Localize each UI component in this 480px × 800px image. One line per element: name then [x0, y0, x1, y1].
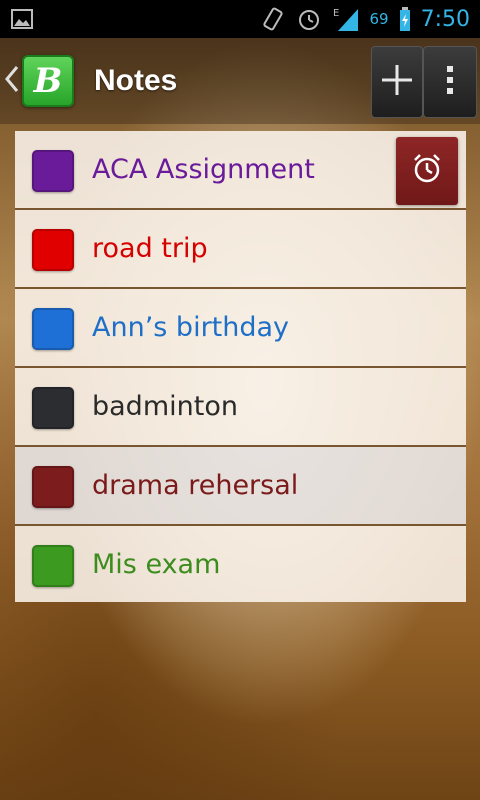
chevron-left-icon — [4, 64, 20, 98]
note-title: ACA Assignment — [92, 154, 315, 185]
network-type-label: E — [333, 8, 339, 19]
alarm-clock-icon — [410, 152, 444, 190]
note-title: road trip — [92, 233, 208, 264]
list-item[interactable]: drama rehersal — [15, 447, 466, 526]
list-item[interactable]: Mis exam — [15, 526, 466, 602]
home-up-button[interactable]: B Notes — [0, 38, 190, 124]
action-bar: B Notes — [0, 38, 480, 124]
page-title: Notes — [94, 64, 178, 97]
gallery-icon — [10, 7, 34, 31]
battery-icon — [399, 6, 411, 32]
list-item[interactable]: Ann’s birthday — [15, 289, 466, 368]
list-item[interactable]: badminton — [15, 368, 466, 447]
status-time: 7:50 — [420, 6, 470, 32]
add-note-button[interactable] — [371, 46, 423, 118]
note-title: badminton — [92, 391, 238, 422]
status-bar: E 69 7:50 — [0, 0, 480, 38]
color-swatch — [32, 150, 74, 192]
list-item[interactable]: road trip — [15, 210, 466, 289]
overflow-menu-button[interactable] — [423, 46, 477, 118]
app-logo: B — [22, 55, 74, 107]
color-swatch — [32, 466, 74, 508]
overflow-menu-icon — [446, 65, 454, 99]
notes-list: ACA Assignment road trip Ann’s birthday … — [15, 131, 466, 602]
note-title: Mis exam — [92, 549, 221, 580]
alarm-button[interactable] — [396, 137, 458, 205]
color-swatch — [32, 387, 74, 429]
plus-icon — [380, 63, 414, 101]
color-swatch — [32, 545, 74, 587]
note-title: drama rehersal — [92, 470, 299, 501]
signal-icon: E — [332, 5, 360, 33]
battery-percent: 69 — [369, 10, 389, 28]
color-swatch — [32, 229, 74, 271]
list-item[interactable]: ACA Assignment — [15, 131, 466, 210]
alarm-clock-icon — [296, 6, 322, 32]
color-swatch — [32, 308, 74, 350]
screen-rotate-icon — [260, 6, 286, 32]
note-title: Ann’s birthday — [92, 312, 290, 343]
